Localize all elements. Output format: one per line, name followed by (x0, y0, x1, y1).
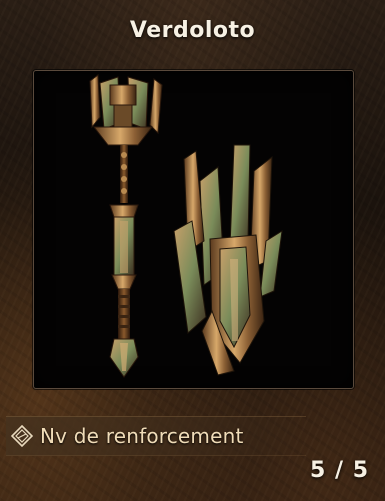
blade-shield-weapon (173, 144, 283, 376)
reinforcement-level-icon (10, 424, 34, 448)
item-title: Verdoloto (129, 18, 256, 43)
page-counter: 5 / 5 (310, 458, 369, 483)
weapon-detail-panel: Verdoloto Nv de renforcement 5 / 5 (0, 0, 385, 501)
weapon-render (89, 74, 283, 378)
weapon-preview[interactable] (33, 70, 354, 389)
reinforcement-label: Nv de renforcement (40, 424, 244, 448)
reinforcement-stat-row[interactable]: Nv de renforcement (6, 416, 306, 456)
mace-weapon (89, 74, 163, 378)
